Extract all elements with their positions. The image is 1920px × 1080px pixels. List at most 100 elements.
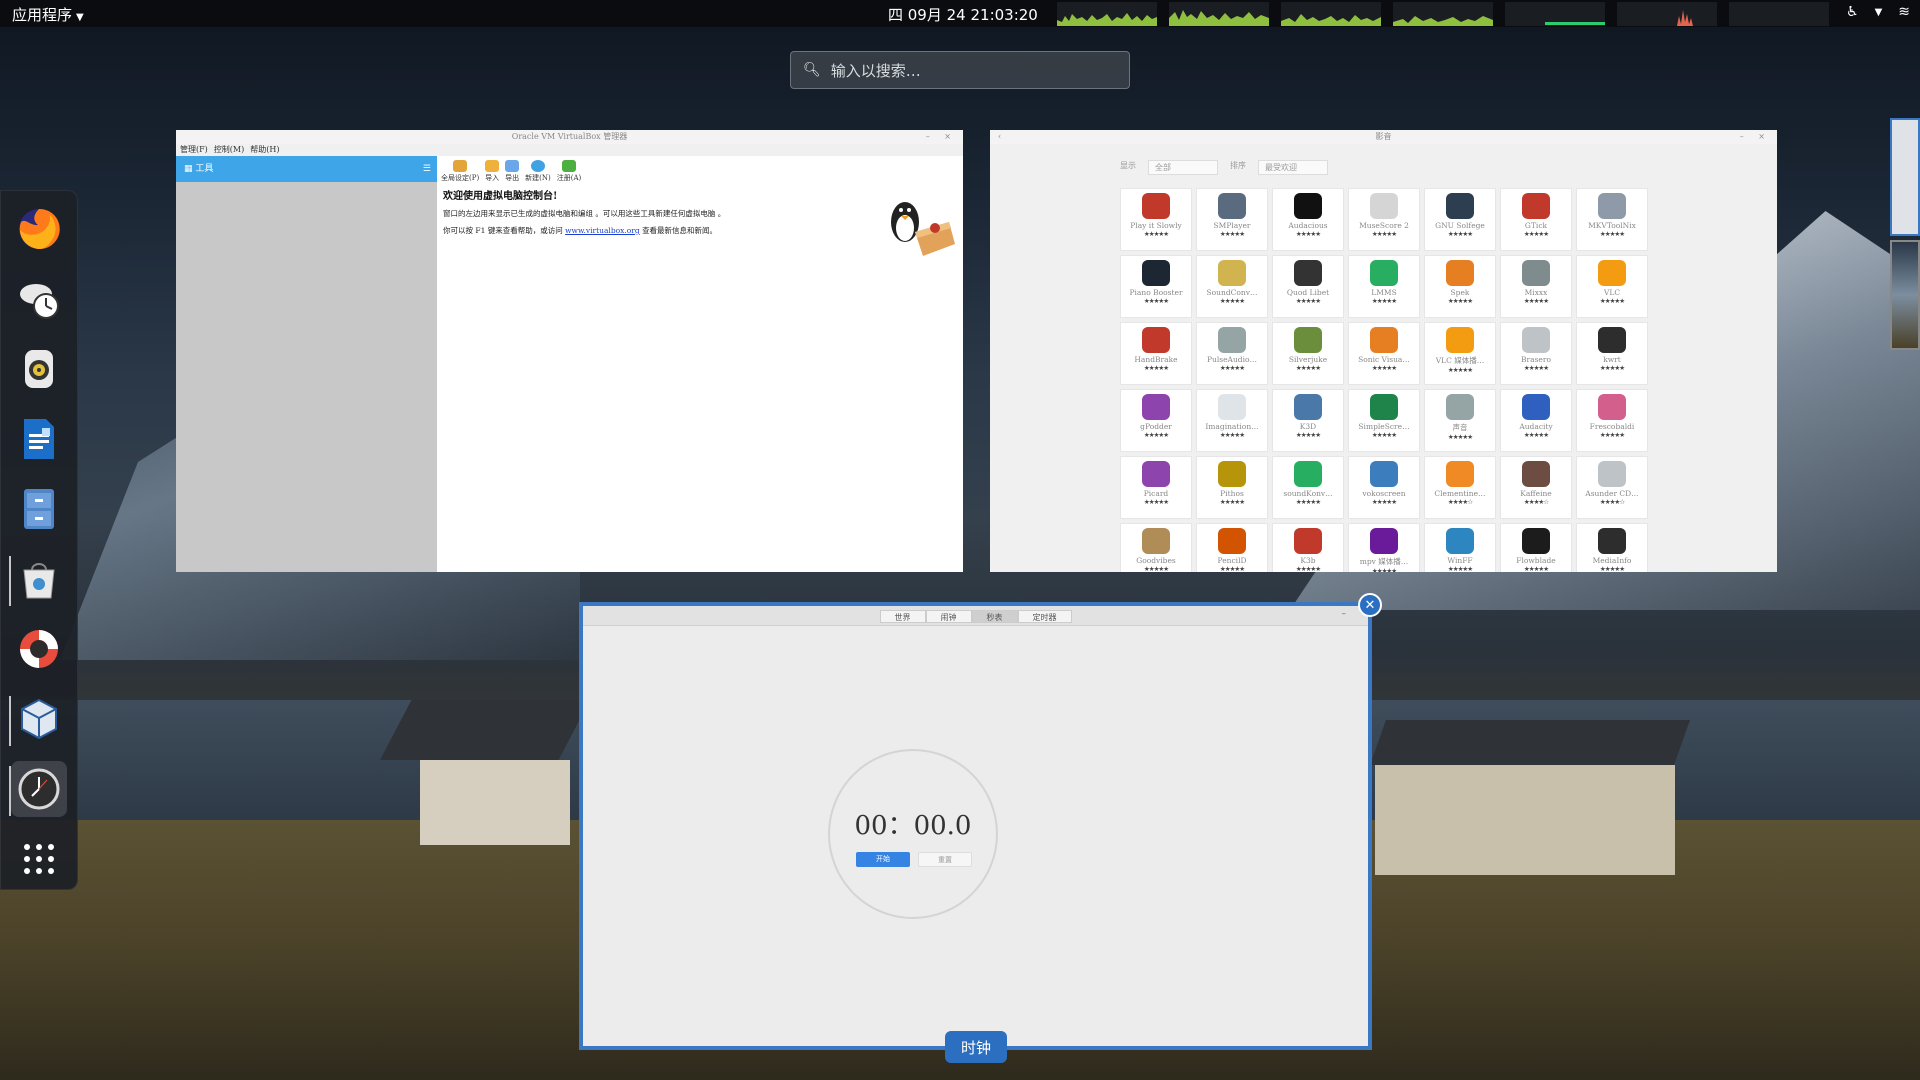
add-button[interactable]: 注册(A) bbox=[557, 160, 581, 183]
app-card[interactable]: gPodder ★★★★★ bbox=[1120, 389, 1192, 452]
app-card[interactable]: PencilD ★★★★★ bbox=[1196, 523, 1268, 572]
app-rating: ★★★★★ bbox=[1295, 297, 1321, 305]
window-controls[interactable]: – × bbox=[926, 130, 957, 144]
app-card[interactable]: MuseScore 2 ★★★★★ bbox=[1348, 188, 1420, 251]
sort-select[interactable]: 最受欢迎 bbox=[1258, 160, 1328, 175]
virtualbox-icon[interactable] bbox=[11, 691, 67, 747]
close-icon: ✕ bbox=[1364, 597, 1376, 613]
clock-window[interactable]: 世界 闹钟 秒表 定时器 – 00：00.0 开始 重置 bbox=[579, 602, 1372, 1050]
export-button[interactable]: 导出 bbox=[505, 160, 520, 183]
tab-alarm[interactable]: 闹钟 bbox=[925, 610, 972, 623]
new-button[interactable]: 新建(N) bbox=[525, 160, 551, 183]
app-name: Frescobaldi bbox=[1589, 422, 1635, 431]
app-card[interactable]: MKVToolNix ★★★★★ bbox=[1576, 188, 1648, 251]
app-card[interactable]: Piano Booster ★★★★★ bbox=[1120, 255, 1192, 318]
app-name: mpv 媒体播… bbox=[1359, 557, 1409, 566]
app-name: MediaInfo bbox=[1592, 556, 1632, 565]
app-card[interactable]: GTick ★★★★★ bbox=[1500, 188, 1572, 251]
workspace-thumbnail-1[interactable] bbox=[1890, 118, 1920, 236]
wifi-icon[interactable]: ≋ bbox=[1898, 4, 1910, 20]
app-card[interactable]: Clementine… ★★★★☆ bbox=[1424, 456, 1496, 519]
app-card[interactable]: soundKonv… ★★★★★ bbox=[1272, 456, 1344, 519]
show-apps-icon[interactable] bbox=[11, 831, 67, 887]
tools-item[interactable]: ▦ 工具 ☰ bbox=[176, 156, 437, 182]
timeshift-icon[interactable] bbox=[11, 271, 67, 327]
app-card[interactable]: SMPlayer ★★★★★ bbox=[1196, 188, 1268, 251]
chevron-down-icon[interactable]: ▼ bbox=[1875, 7, 1883, 20]
import-button[interactable]: 导入 bbox=[485, 160, 500, 183]
menu-help[interactable]: 帮助(H) bbox=[250, 144, 279, 156]
app-card[interactable]: Imagination… ★★★★★ bbox=[1196, 389, 1268, 452]
workspace-thumbnail-2[interactable] bbox=[1890, 240, 1920, 350]
datetime-indicator[interactable]: 四 09月 24 21:03:20 bbox=[888, 4, 1038, 25]
app-card[interactable]: Spek ★★★★★ bbox=[1424, 255, 1496, 318]
close-window-button[interactable]: ✕ bbox=[1358, 593, 1382, 617]
accessibility-icon[interactable]: ♿ bbox=[1846, 4, 1859, 20]
applications-menu[interactable]: 应用程序 ▼ bbox=[12, 4, 84, 25]
app-card[interactable]: Goodvibes ★★★★★ bbox=[1120, 523, 1192, 572]
menu-list-icon[interactable]: ☰ bbox=[423, 156, 431, 182]
window-controls[interactable]: – × bbox=[1740, 130, 1771, 144]
app-card[interactable]: Quod Libet ★★★★★ bbox=[1272, 255, 1344, 318]
app-icon bbox=[1522, 260, 1550, 286]
reset-button[interactable]: 重置 bbox=[918, 852, 972, 867]
speaker-icon[interactable] bbox=[11, 341, 67, 397]
menu-control[interactable]: 控制(M) bbox=[214, 144, 244, 156]
app-card[interactable]: Asunder CD… ★★★★☆ bbox=[1576, 456, 1648, 519]
minimize-icon[interactable]: – bbox=[1342, 609, 1347, 619]
tab-stopwatch[interactable]: 秒表 bbox=[971, 610, 1018, 623]
app-card[interactable]: SimpleScre… ★★★★★ bbox=[1348, 389, 1420, 452]
app-name: Spek bbox=[1450, 288, 1470, 297]
app-card[interactable]: VLC ★★★★★ bbox=[1576, 255, 1648, 318]
app-card[interactable]: HandBrake ★★★★★ bbox=[1120, 322, 1192, 385]
app-card[interactable]: Brasero ★★★★★ bbox=[1500, 322, 1572, 385]
app-card[interactable]: Audacity ★★★★★ bbox=[1500, 389, 1572, 452]
back-button[interactable]: ‹ bbox=[998, 130, 1001, 144]
virtualbox-link[interactable]: www.virtualbox.org bbox=[565, 226, 640, 235]
clock-icon[interactable] bbox=[11, 761, 67, 817]
app-card[interactable]: MediaInfo ★★★★★ bbox=[1576, 523, 1648, 572]
app-card[interactable]: K3b ★★★★★ bbox=[1272, 523, 1344, 572]
app-card[interactable]: mpv 媒体播… ★★★★★ bbox=[1348, 523, 1420, 572]
app-card[interactable]: kwrt ★★★★★ bbox=[1576, 322, 1648, 385]
software-store-icon[interactable] bbox=[11, 551, 67, 607]
app-card[interactable]: VLC 媒体播… ★★★★★ bbox=[1424, 322, 1496, 385]
app-card[interactable]: Picard ★★★★★ bbox=[1120, 456, 1192, 519]
app-card[interactable]: Play it Slowly ★★★★★ bbox=[1120, 188, 1192, 251]
app-card[interactable]: Silverjuke ★★★★★ bbox=[1272, 322, 1344, 385]
search-input[interactable]: 🔍︎ 输入以搜索… bbox=[790, 51, 1130, 89]
app-icon bbox=[1598, 394, 1626, 420]
app-card[interactable]: GNU Solfege ★★★★★ bbox=[1424, 188, 1496, 251]
app-card[interactable]: Frescobaldi ★★★★★ bbox=[1576, 389, 1648, 452]
writer-icon[interactable] bbox=[11, 411, 67, 467]
app-icon bbox=[1142, 327, 1170, 353]
help-icon[interactable] bbox=[11, 621, 67, 677]
menu-manage[interactable]: 管理(F) bbox=[180, 144, 208, 156]
app-card[interactable]: 声音 ★★★★★ bbox=[1424, 389, 1496, 452]
start-button[interactable]: 开始 bbox=[856, 852, 910, 867]
app-card[interactable]: Kaffeine ★★★★☆ bbox=[1500, 456, 1572, 519]
app-card[interactable]: K3D ★★★★★ bbox=[1272, 389, 1344, 452]
app-card[interactable]: WinFF ★★★★★ bbox=[1424, 523, 1496, 572]
app-card[interactable]: Flowblade ★★★★★ bbox=[1500, 523, 1572, 572]
app-card[interactable]: vokoscreen ★★★★★ bbox=[1348, 456, 1420, 519]
app-card[interactable]: Sonic Visua… ★★★★★ bbox=[1348, 322, 1420, 385]
music-software-window[interactable]: ‹ 影音 – × 显示 全部 排序 最受欢迎 Play it Slowly ★★★… bbox=[990, 130, 1777, 572]
disk-graph bbox=[1617, 2, 1717, 26]
app-card[interactable]: Pithos ★★★★★ bbox=[1196, 456, 1268, 519]
app-name: GNU Solfege bbox=[1435, 221, 1485, 230]
show-filter-select[interactable]: 全部 bbox=[1148, 160, 1218, 175]
app-card[interactable]: SoundConv… ★★★★★ bbox=[1196, 255, 1268, 318]
preferences-button[interactable]: 全局设定(P) bbox=[441, 160, 479, 183]
tab-world[interactable]: 世界 bbox=[879, 610, 926, 623]
app-rating: ★★★★★ bbox=[1523, 230, 1549, 238]
app-card[interactable]: LMMS ★★★★★ bbox=[1348, 255, 1420, 318]
firefox-icon[interactable] bbox=[11, 201, 67, 257]
file-cabinet-icon[interactable] bbox=[11, 481, 67, 537]
app-card[interactable]: PulseAudio… ★★★★★ bbox=[1196, 322, 1268, 385]
house-roof-left bbox=[380, 700, 590, 760]
app-card[interactable]: Mixxx ★★★★★ bbox=[1500, 255, 1572, 318]
tab-timer[interactable]: 定时器 bbox=[1017, 610, 1072, 623]
virtualbox-window[interactable]: Oracle VM VirtualBox 管理器 – × 管理(F) 控制(M)… bbox=[176, 130, 963, 572]
app-card[interactable]: Audacious ★★★★★ bbox=[1272, 188, 1344, 251]
